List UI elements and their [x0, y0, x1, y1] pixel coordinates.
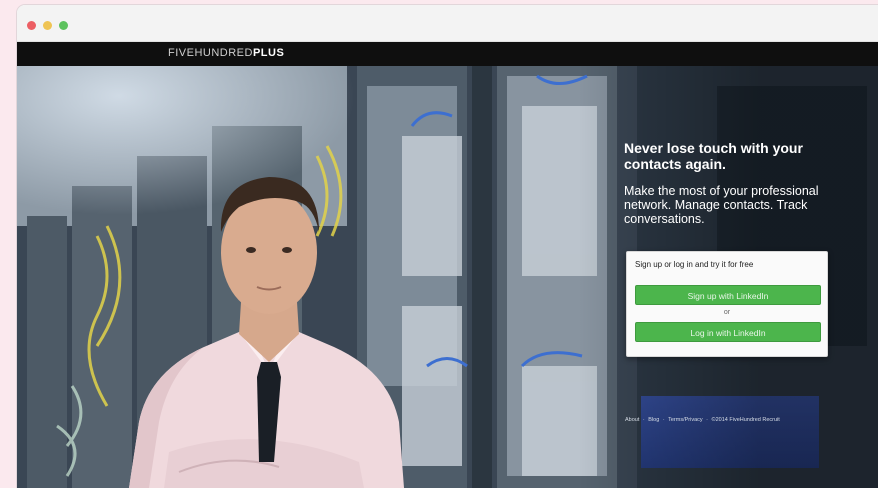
login-linkedin-button[interactable]: Log in with LinkedIn	[635, 322, 821, 342]
browser-window: FIVEHUNDREDPLUS Never lose touch with yo…	[17, 5, 878, 488]
footer-copyright: ©2014 FiveHundred Recruit	[711, 417, 780, 423]
hero-section: Never lose touch with your contacts agai…	[17, 66, 878, 488]
logo-prefix: FIVEHUNDRED	[168, 47, 253, 59]
footer-separator: ·	[662, 417, 665, 423]
footer-separator: ·	[642, 417, 645, 423]
footer-links: About · Blog · Terms/Privacy · ©2014 Fiv…	[625, 417, 782, 423]
site-navbar: FIVEHUNDREDPLUS	[17, 42, 878, 66]
close-window-button[interactable]	[27, 21, 36, 30]
hero-subtext: Make the most of your professional netwo…	[624, 184, 819, 226]
maximize-window-button[interactable]	[59, 21, 68, 30]
window-titlebar	[17, 5, 878, 42]
signup-panel: Sign up or log in and try it for free Si…	[626, 251, 828, 357]
signup-panel-heading: Sign up or log in and try it for free	[635, 260, 754, 269]
signup-linkedin-button[interactable]: Sign up with LinkedIn	[635, 285, 821, 305]
hero-person-image	[129, 177, 404, 488]
site-logo[interactable]: FIVEHUNDREDPLUS	[168, 47, 284, 59]
logo-suffix: PLUS	[252, 47, 285, 59]
minimize-window-button[interactable]	[43, 21, 52, 30]
footer-link-terms[interactable]: Terms/Privacy	[668, 417, 703, 423]
or-separator: or	[723, 309, 731, 316]
footer-link-about[interactable]: About	[625, 417, 639, 423]
hero-headline: Never lose touch with your contacts agai…	[624, 140, 803, 172]
footer-separator: ·	[706, 417, 709, 423]
footer-link-blog[interactable]: Blog	[648, 417, 659, 423]
